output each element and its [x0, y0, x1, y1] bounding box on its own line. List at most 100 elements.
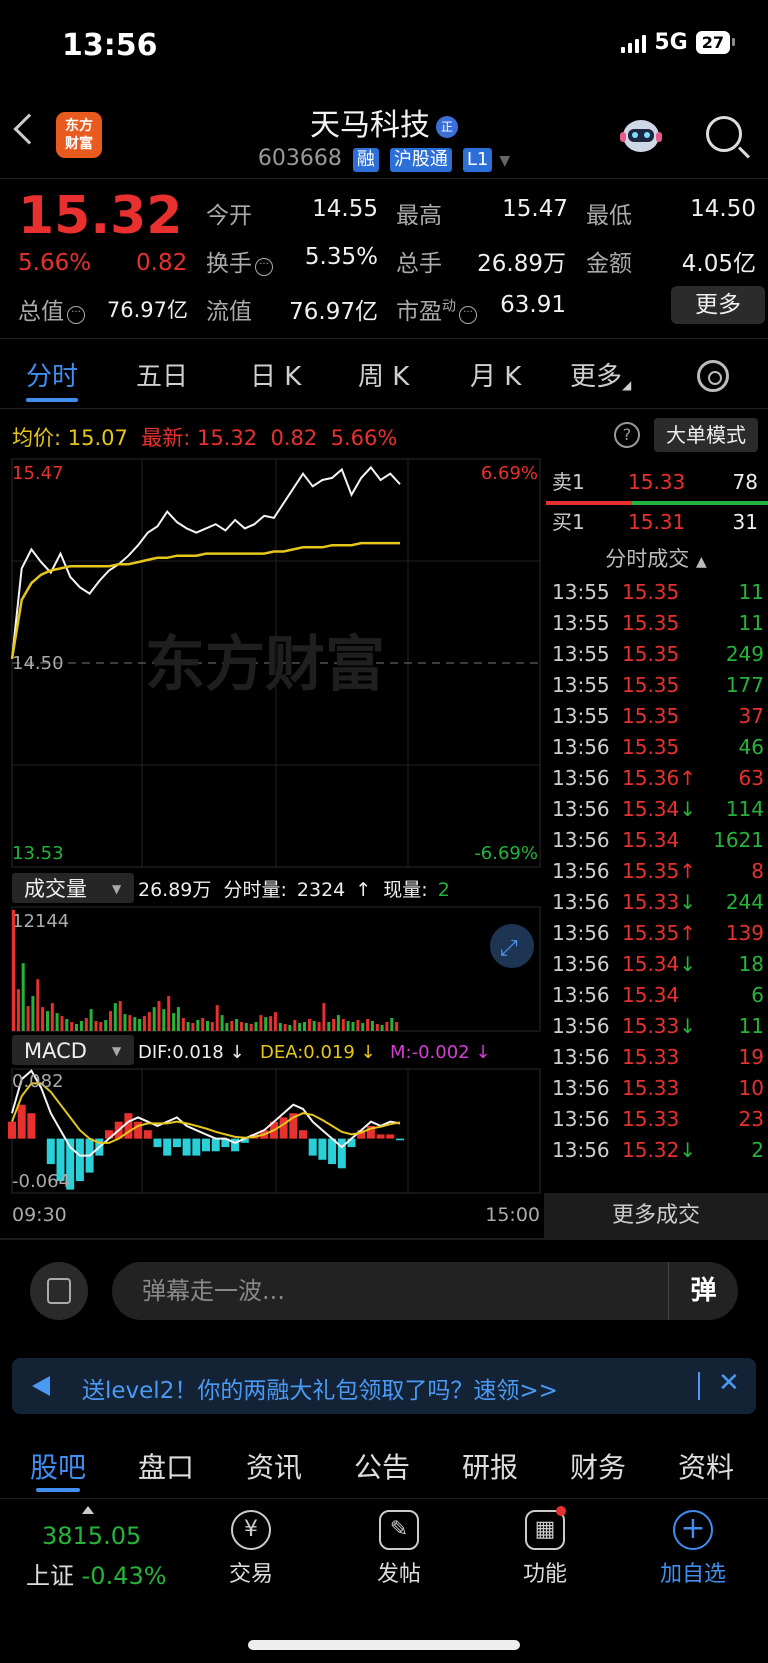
- volume-bar: [385, 1022, 389, 1031]
- volume-bar: [239, 1022, 243, 1031]
- tick-time: 13:56: [552, 735, 610, 759]
- triangle-up-icon: ▲: [695, 554, 707, 570]
- index-row[interactable]: 上证 -0.43%: [26, 1556, 167, 1591]
- tick-row: 13:56 15.34↓ 18: [552, 952, 764, 982]
- more-quote-button[interactable]: 更多: [671, 286, 765, 324]
- tick-price: 15.32↓: [622, 1138, 696, 1162]
- volume-bar: [225, 1023, 229, 1031]
- nav-functions[interactable]: ▦ 功能: [490, 1506, 600, 1588]
- label-turnover[interactable]: 换手 ···: [206, 244, 273, 278]
- bid-label: 买1: [552, 510, 585, 534]
- tab-research[interactable]: 研报: [462, 1446, 518, 1486]
- tick-time: 13:56: [552, 1076, 610, 1100]
- volume-bars: [12, 910, 399, 1031]
- macd-hist-bar: [46, 1138, 55, 1165]
- tick-price-value: 15.33: [622, 1045, 680, 1069]
- danmu-button[interactable]: 弹: [668, 1262, 738, 1320]
- tick-volume: 63: [738, 766, 764, 790]
- tab-weekly-k[interactable]: 周 K: [358, 356, 409, 393]
- label-pe[interactable]: 市盈动 ···: [396, 292, 477, 326]
- yen-icon: ¥: [231, 1510, 271, 1550]
- latest-label: 最新:: [141, 426, 191, 450]
- close-icon[interactable]: ✕: [718, 1368, 740, 1398]
- volume-bar: [128, 1015, 132, 1031]
- big-order-mode-button[interactable]: 大单模式: [654, 418, 758, 452]
- watermark: 东方财富: [145, 630, 385, 700]
- tab-pankou[interactable]: 盘口: [138, 1446, 194, 1486]
- tab-finance[interactable]: 财务: [570, 1446, 626, 1486]
- tick-price: 15.35: [622, 611, 679, 635]
- volume-bar: [283, 1024, 287, 1031]
- note-icon: [47, 1278, 71, 1304]
- signal-icon: [621, 33, 647, 53]
- tab-profile[interactable]: 资料: [678, 1446, 734, 1486]
- volume-bar: [50, 1003, 54, 1031]
- volume-bar: [303, 1022, 306, 1031]
- tab-monthly-k[interactable]: 月 K: [470, 356, 521, 393]
- macd-hist-bar: [153, 1138, 162, 1148]
- help-icon[interactable]: ?: [614, 422, 640, 448]
- tab-more[interactable]: 更多◢: [570, 356, 631, 393]
- label-float-cap: 流值: [206, 299, 252, 325]
- volume-bar: [172, 1013, 176, 1031]
- note-button[interactable]: [30, 1262, 88, 1320]
- time-axis-start: 09:30: [12, 1204, 67, 1226]
- nav-trade[interactable]: ¥ 交易: [196, 1510, 306, 1588]
- danmu-input[interactable]: 弹幕走一波...: [112, 1262, 738, 1320]
- nav-post[interactable]: ✎ 发帖: [344, 1510, 454, 1588]
- macd-dea: DEA:0.019 ↓: [260, 1042, 376, 1063]
- tick-direction: ↓: [679, 1014, 697, 1038]
- index-value[interactable]: 3815.05: [42, 1522, 141, 1550]
- more-ticks-button[interactable]: 更多成交: [544, 1193, 768, 1239]
- nav-add-favorite-label: 加自选: [659, 1562, 726, 1587]
- promo-banner[interactable]: 送level2！你的两融大礼包领取了吗？速领>> ✕: [12, 1358, 756, 1414]
- tick-direction: ↓: [679, 890, 697, 914]
- macd-hist-bar: [202, 1138, 210, 1152]
- search-icon[interactable]: [706, 116, 742, 152]
- tab-more-label: 更多: [570, 362, 623, 392]
- divider: [0, 338, 768, 339]
- tab-news[interactable]: 资讯: [246, 1446, 302, 1486]
- volume-bar: [201, 1018, 205, 1031]
- tick-price-value: 15.34: [622, 828, 680, 852]
- gear-icon[interactable]: [697, 360, 729, 392]
- tick-price-value: 15.35: [622, 673, 680, 697]
- robot-assistant-icon[interactable]: [618, 114, 664, 158]
- volume-bar: [118, 1001, 122, 1031]
- macd-hist-bar: [318, 1138, 327, 1160]
- ask-1-row: 卖1 15.33 78: [544, 465, 766, 499]
- value-low: 14.50: [690, 196, 756, 222]
- tab-guba[interactable]: 股吧: [30, 1446, 86, 1486]
- macd-hist-bar: [182, 1138, 191, 1156]
- tab-daily-k[interactable]: 日 K: [250, 356, 301, 393]
- tab-announcement[interactable]: 公告: [354, 1446, 410, 1486]
- tab-intraday[interactable]: 分时: [26, 356, 78, 393]
- macd-hist-bar: [337, 1138, 346, 1169]
- bid-vol: 31: [732, 510, 758, 534]
- macd-y-tick-high: 0.082: [12, 1071, 64, 1092]
- tick-row: 13:56 15.33 19: [552, 1045, 764, 1075]
- triangle-up-icon: [82, 1506, 94, 1514]
- volume-bar: [327, 1022, 331, 1031]
- tick-row: 13:56 15.35↑ 139: [552, 921, 764, 951]
- volume-bar: [361, 1023, 365, 1031]
- tag-margin: 融: [352, 148, 379, 172]
- tick-row: 13:56 15.36↑ 63: [552, 766, 764, 796]
- macd-y-tick-low: -0.064: [12, 1171, 70, 1192]
- label-market-cap[interactable]: 总值 ···: [18, 292, 85, 326]
- volume-bar: [380, 1025, 384, 1031]
- volume-bar: [215, 1005, 219, 1031]
- volume-bar: [21, 963, 25, 1031]
- tab-five-day[interactable]: 五日: [136, 356, 188, 393]
- intraday-chart[interactable]: 东方财富 15.47 14.50 13.53 6.69% -6.69% 成交量 …: [0, 455, 544, 1245]
- last-price: 15.32: [18, 186, 183, 246]
- tick-volume: 114: [725, 797, 764, 821]
- label-volume: 总手: [396, 251, 442, 277]
- tick-price-value: 15.34: [622, 983, 680, 1007]
- promo-separator: [698, 1372, 700, 1400]
- macd-hist-bar: [163, 1138, 172, 1156]
- nav-add-favorite[interactable]: + 加自选: [638, 1510, 748, 1588]
- volume-bar: [60, 1016, 64, 1031]
- ticks-title[interactable]: 分时成交 ▲: [544, 543, 768, 573]
- label-amount: 金额: [586, 251, 632, 277]
